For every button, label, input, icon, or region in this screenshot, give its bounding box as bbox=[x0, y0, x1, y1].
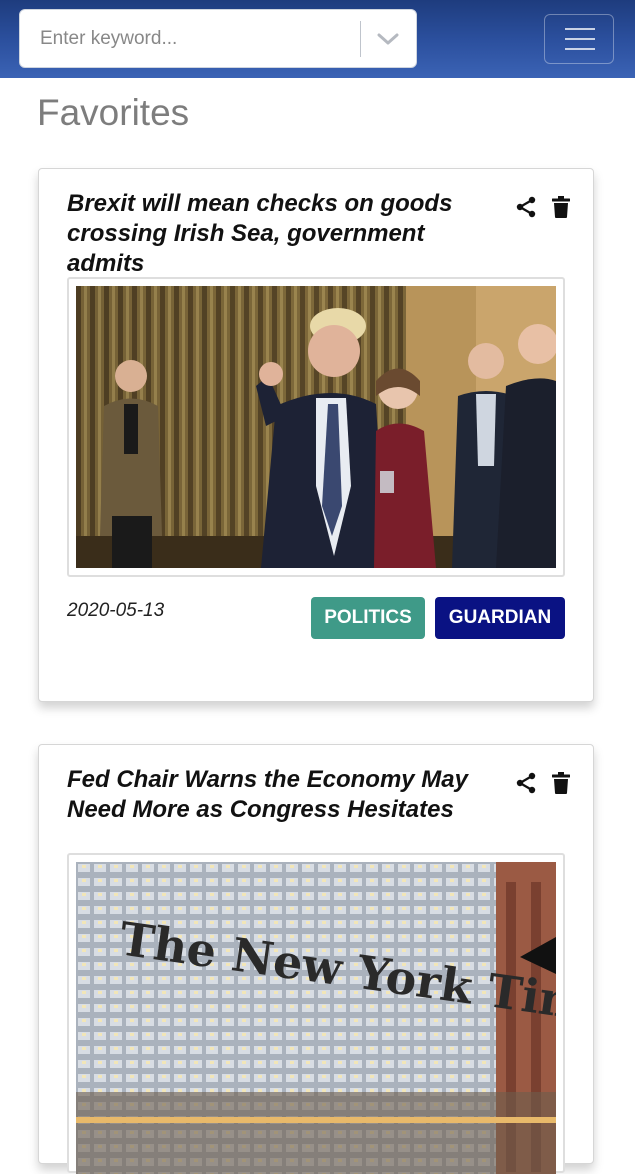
article-image-frame bbox=[67, 277, 565, 577]
source-badge: GUARDIAN bbox=[435, 597, 565, 639]
hamburger-menu-icon[interactable] bbox=[544, 14, 614, 64]
share-icon[interactable] bbox=[514, 771, 538, 795]
trash-icon[interactable] bbox=[551, 195, 571, 219]
top-navbar bbox=[0, 0, 635, 78]
page-title: Favorites bbox=[37, 92, 190, 133]
trash-icon[interactable] bbox=[551, 771, 571, 795]
search-input[interactable] bbox=[40, 24, 360, 54]
article-title[interactable]: Brexit will mean checks on goods crossin… bbox=[67, 189, 507, 279]
search-divider bbox=[360, 21, 361, 57]
article-image-frame: The New York Times bbox=[67, 853, 565, 1174]
article-date: 2020-05-13 bbox=[67, 600, 165, 621]
article-photo bbox=[76, 286, 556, 568]
article-card[interactable]: Brexit will mean checks on goods crossin… bbox=[38, 168, 594, 702]
article-photo: The New York Times bbox=[76, 862, 556, 1174]
chevron-down-icon[interactable] bbox=[376, 27, 400, 51]
article-card[interactable]: Fed Chair Warns the Economy May Need Mor… bbox=[38, 744, 594, 1174]
search-box[interactable] bbox=[19, 9, 417, 68]
section-badge: POLITICS bbox=[311, 597, 425, 639]
article-title[interactable]: Fed Chair Warns the Economy May Need Mor… bbox=[67, 765, 507, 825]
share-icon[interactable] bbox=[514, 195, 538, 219]
